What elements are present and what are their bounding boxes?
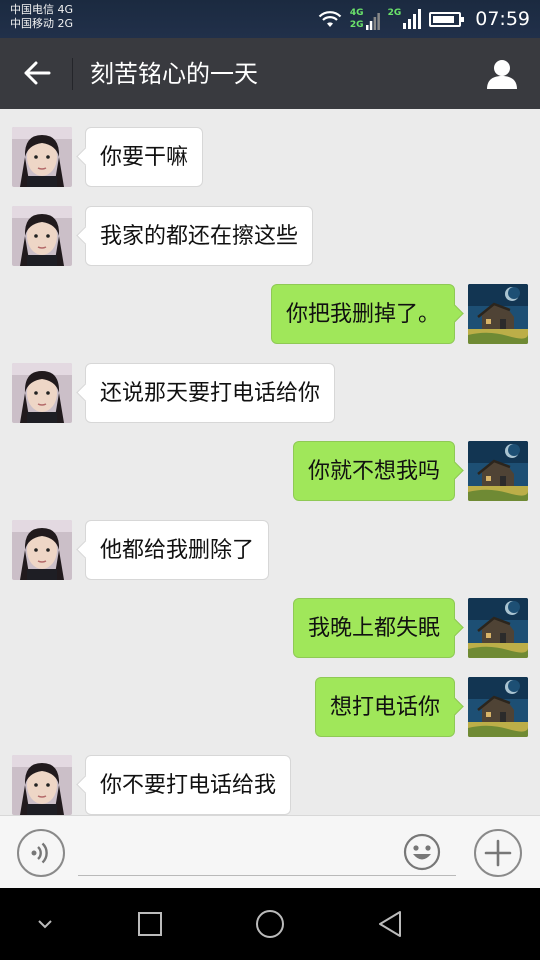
voice-icon (31, 842, 48, 864)
contact-avatar[interactable] (12, 127, 72, 187)
battery-icon (429, 11, 465, 27)
person-icon (487, 60, 517, 89)
contact-avatar[interactable] (12, 205, 72, 266)
incoming-message: 还说那天要打电话给你 (0, 362, 540, 425)
outgoing-message: 想打电话你 (0, 676, 540, 739)
my-avatar[interactable] (468, 284, 528, 344)
message-bubble[interactable]: 我家的都还在擦这些 (85, 205, 314, 266)
net-tag-4g: 4G (349, 7, 364, 18)
title-divider (72, 58, 73, 90)
my-avatar[interactable] (468, 676, 528, 737)
status-bar: 中国电信 4G 中国移动 2G 4G 2G 2G 07:59 (0, 0, 540, 38)
contact-avatar[interactable] (12, 519, 72, 580)
back-arrow-icon (24, 61, 51, 85)
message-bubble[interactable]: 你不要打电话给我 (85, 755, 292, 815)
message-input[interactable] (78, 830, 456, 876)
signal-2g-icon: 2G (388, 9, 422, 29)
contact-avatar[interactable] (12, 362, 72, 423)
my-avatar[interactable] (468, 598, 528, 658)
chat-profile-button[interactable] (478, 50, 526, 98)
plus-icon (484, 839, 512, 867)
home-button[interactable] (250, 904, 290, 944)
nav-back-button[interactable] (370, 904, 410, 944)
my-avatar[interactable] (468, 441, 528, 501)
carrier-1: 中国电信 4G (10, 3, 74, 16)
emoji-icon (403, 833, 441, 871)
recents-square-icon (138, 912, 162, 936)
signal-4g-icon: 4G 2G (349, 7, 380, 30)
incoming-message: 你要干嘛 (0, 127, 540, 189)
outgoing-message: 我晚上都失眠 (0, 598, 540, 660)
message-bubble[interactable]: 我晚上都失眠 (292, 598, 455, 658)
hide-keyboard-button[interactable] (25, 904, 65, 944)
message-bubble[interactable]: 他都给我删除了 (85, 519, 270, 580)
chat-message-list[interactable]: 你要干嘛我家的都还在擦这些你把我删掉了。还说那天要打电话给你你就不想我吗 他都给我… (0, 109, 540, 815)
outgoing-message: 你把我删掉了。 (0, 284, 540, 346)
message-bubble[interactable]: 你把我删掉了。 (270, 284, 455, 344)
outgoing-message: 你就不想我吗 (0, 441, 540, 503)
incoming-message: 我家的都还在擦这些 (0, 205, 540, 268)
system-nav-bar (0, 888, 540, 960)
message-bubble[interactable]: 想打电话你 (314, 676, 455, 737)
incoming-message: 你不要打电话给我 (0, 755, 540, 815)
battery-fill (433, 15, 455, 23)
status-icons: 4G 2G 2G 07:59 (318, 6, 530, 32)
carrier-info: 中国电信 4G 中国移动 2G (10, 3, 73, 31)
message-bubble[interactable]: 还说那天要打电话给你 (85, 362, 336, 423)
net-tag-2g-b: 2G (387, 8, 402, 18)
title-bar: 刻苦铭心的一天 (0, 38, 540, 109)
more-button[interactable] (474, 829, 522, 877)
message-bubble[interactable]: 你要干嘛 (85, 127, 204, 187)
message-bubble[interactable]: 你就不想我吗 (292, 441, 455, 501)
clock: 07:59 (475, 8, 530, 30)
chat-title: 刻苦铭心的一天 (90, 60, 258, 88)
back-button[interactable] (12, 48, 62, 98)
recents-button[interactable] (130, 904, 170, 944)
emoji-button[interactable] (403, 833, 441, 871)
contact-avatar[interactable] (12, 755, 72, 815)
net-tag-2g-a: 2G (349, 19, 364, 30)
back-triangle-icon (379, 911, 401, 937)
voice-button[interactable] (17, 829, 65, 877)
carrier-2: 中国移动 2G (10, 17, 74, 30)
incoming-message: 他都给我删除了 (0, 519, 540, 582)
wifi-icon (318, 11, 342, 27)
chevron-down-icon (38, 920, 52, 929)
input-bar (0, 815, 540, 888)
home-circle-icon (256, 910, 284, 938)
